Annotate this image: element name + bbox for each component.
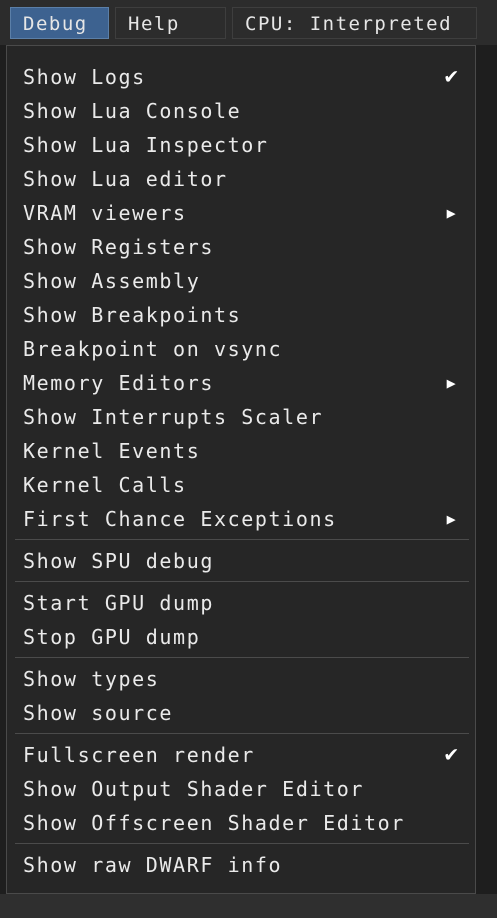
menu-item-show-source[interactable]: Show source (7, 696, 475, 730)
menu-item-show-breakpoints[interactable]: Show Breakpoints (7, 298, 475, 332)
menu-item-label: Show Assembly (23, 269, 201, 293)
menu-item-label: Show Breakpoints (23, 303, 242, 327)
menu-item-label: Show Output Shader Editor (23, 777, 365, 801)
menu-item-stop-gpu-dump[interactable]: Stop GPU dump (7, 620, 475, 654)
menu-separator (15, 539, 469, 540)
menu-item-label: Kernel Events (23, 439, 201, 463)
menu-item-label: First Chance Exceptions (23, 507, 337, 531)
menu-item-fullscreen-render[interactable]: Fullscreen render ✔ (7, 738, 475, 772)
menu-item-label: Show source (23, 701, 174, 725)
menu-item-vram-viewers[interactable]: VRAM viewers ▶ (7, 196, 475, 230)
menu-item-show-spu-debug[interactable]: Show SPU debug (7, 544, 475, 578)
menu-separator (15, 581, 469, 582)
submenu-arrow-icon: ▶ (446, 510, 458, 528)
menu-separator (15, 733, 469, 734)
menu-item-kernel-events[interactable]: Kernel Events (7, 434, 475, 468)
menu-item-label: Stop GPU dump (23, 625, 201, 649)
menu-item-show-logs[interactable]: Show Logs ✔ (7, 60, 475, 94)
menu-separator (15, 657, 469, 658)
checkmark-icon: ✔ (444, 64, 460, 89)
menu-item-label: Show Lua Inspector (23, 133, 269, 157)
menu-item-first-chance-exceptions[interactable]: First Chance Exceptions ▶ (7, 502, 475, 536)
menu-separator (15, 843, 469, 844)
menu-item-label: VRAM viewers (23, 201, 187, 225)
menu-item-label: Fullscreen render (23, 743, 255, 767)
menu-item-show-interrupts-scaler[interactable]: Show Interrupts Scaler (7, 400, 475, 434)
menu-item-label: Show Registers (23, 235, 214, 259)
menu-item-label: Memory Editors (23, 371, 214, 395)
menu-item-show-lua-console[interactable]: Show Lua Console (7, 94, 475, 128)
menu-bar: Debug Help CPU: Interpreted (0, 0, 497, 45)
menu-item-label: Breakpoint on vsync (23, 337, 283, 361)
menu-item-label: Show raw DWARF info (23, 853, 283, 877)
menu-item-show-raw-dwarf-info[interactable]: Show raw DWARF info (7, 848, 475, 882)
menu-item-label: Show Logs (23, 65, 146, 89)
menu-item-show-types[interactable]: Show types (7, 662, 475, 696)
menu-item-show-lua-inspector[interactable]: Show Lua Inspector (7, 128, 475, 162)
menu-item-show-lua-editor[interactable]: Show Lua editor (7, 162, 475, 196)
menu-item-label: Start GPU dump (23, 591, 214, 615)
menu-item-show-assembly[interactable]: Show Assembly (7, 264, 475, 298)
menu-item-memory-editors[interactable]: Memory Editors ▶ (7, 366, 475, 400)
menu-item-label: Show Interrupts Scaler (23, 405, 324, 429)
menu-item-start-gpu-dump[interactable]: Start GPU dump (7, 586, 475, 620)
debug-dropdown-menu: Show Logs ✔ Show Lua Console Show Lua Inspe… (6, 45, 476, 894)
menu-help[interactable]: Help (115, 6, 226, 39)
menu-debug[interactable]: Debug (10, 6, 109, 39)
menu-item-label: Show Lua editor (23, 167, 228, 191)
submenu-arrow-icon: ▶ (446, 374, 458, 392)
menu-item-kernel-calls[interactable]: Kernel Calls (7, 468, 475, 502)
menu-item-label: Show SPU debug (23, 549, 214, 573)
checkmark-icon: ✔ (444, 742, 460, 767)
menu-item-label: Show types (23, 667, 160, 691)
submenu-arrow-icon: ▶ (446, 204, 458, 222)
menu-item-show-registers[interactable]: Show Registers (7, 230, 475, 264)
menu-item-label: Show Lua Console (23, 99, 242, 123)
menu-item-breakpoint-on-vsync[interactable]: Breakpoint on vsync (7, 332, 475, 366)
menu-item-label: Show Offscreen Shader Editor (23, 811, 405, 835)
menu-item-show-offscreen-shader-editor[interactable]: Show Offscreen Shader Editor (7, 806, 475, 840)
menu-item-show-output-shader-editor[interactable]: Show Output Shader Editor (7, 772, 475, 806)
status-strip (0, 894, 497, 918)
menu-item-label: Kernel Calls (23, 473, 187, 497)
cpu-mode-menu[interactable]: CPU: Interpreted (232, 6, 477, 39)
